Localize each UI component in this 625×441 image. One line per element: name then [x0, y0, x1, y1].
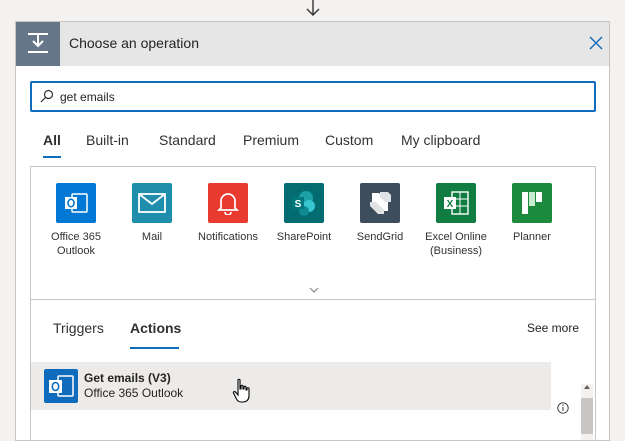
- card-header: Choose an operation: [16, 22, 609, 66]
- outlook-icon: [44, 369, 78, 403]
- close-icon[interactable]: [586, 33, 606, 53]
- info-icon[interactable]: [557, 402, 569, 414]
- scroll-up-icon[interactable]: [583, 384, 591, 390]
- tab-custom[interactable]: Custom: [325, 132, 373, 148]
- active-tab-indicator: [43, 156, 61, 158]
- mail-icon: [132, 183, 172, 223]
- svg-text:S: S: [295, 199, 302, 210]
- connector-sharepoint[interactable]: S SharePoint: [264, 183, 344, 244]
- svg-text:X: X: [447, 199, 454, 210]
- connector-sendgrid[interactable]: SendGrid: [340, 183, 420, 244]
- action-connector-name: Office 365 Outlook: [84, 386, 184, 400]
- see-more-link[interactable]: See more: [527, 321, 579, 335]
- connector-notifications[interactable]: Notifications: [188, 183, 268, 244]
- tab-built-in[interactable]: Built-in: [86, 132, 129, 148]
- connector-label: Excel Online (Business): [425, 231, 487, 257]
- action-title: Get emails (V3): [84, 371, 171, 385]
- pointer-hand-icon: [232, 378, 250, 403]
- connector-label: Mail: [141, 231, 163, 243]
- action-item-get-emails[interactable]: Get emails (V3) Office 365 Outlook: [31, 362, 551, 410]
- connector-label: Notifications: [198, 231, 258, 243]
- search-box[interactable]: [30, 81, 596, 112]
- planner-icon: [512, 183, 552, 223]
- tab-triggers[interactable]: Triggers: [53, 320, 104, 336]
- scrollbar[interactable]: [581, 384, 593, 440]
- outlook-icon: [56, 183, 96, 223]
- arrow-down-icon: [306, 0, 320, 16]
- search-icon: [40, 89, 54, 103]
- connector-label: SendGrid: [356, 231, 404, 243]
- sharepoint-icon: S: [284, 183, 324, 223]
- results-panel: Triggers Actions See more Get emails (V3…: [30, 300, 596, 440]
- operation-card: Choose an operation All Built-in Standar…: [15, 21, 610, 441]
- connector-mail[interactable]: Mail: [112, 183, 192, 244]
- connector-label: Planner: [513, 231, 551, 243]
- connector-label: SharePoint: [276, 231, 332, 243]
- chevron-down-icon[interactable]: [308, 286, 320, 294]
- tab-standard[interactable]: Standard: [159, 132, 216, 148]
- dialog-title: Choose an operation: [69, 35, 199, 51]
- active-tab-indicator: [130, 347, 179, 349]
- connector-office365-outlook[interactable]: Office 365 Outlook: [36, 183, 116, 258]
- tab-actions[interactable]: Actions: [130, 320, 181, 349]
- connector-excel-online[interactable]: X Excel Online (Business): [416, 183, 496, 258]
- sendgrid-icon: [360, 183, 400, 223]
- tab-my-clipboard[interactable]: My clipboard: [401, 132, 480, 148]
- search-input[interactable]: [60, 88, 580, 105]
- connector-planner[interactable]: Planner: [492, 183, 572, 244]
- connector-label: Office 365 Outlook: [51, 231, 101, 257]
- bell-icon: [208, 183, 248, 223]
- operation-icon: [16, 22, 60, 66]
- scroll-thumb[interactable]: [581, 398, 593, 434]
- tab-all[interactable]: All: [43, 132, 61, 158]
- connectors-panel: Office 365 Outlook Mail Notifications S …: [30, 166, 596, 300]
- tab-premium[interactable]: Premium: [243, 132, 299, 148]
- excel-icon: X: [436, 183, 476, 223]
